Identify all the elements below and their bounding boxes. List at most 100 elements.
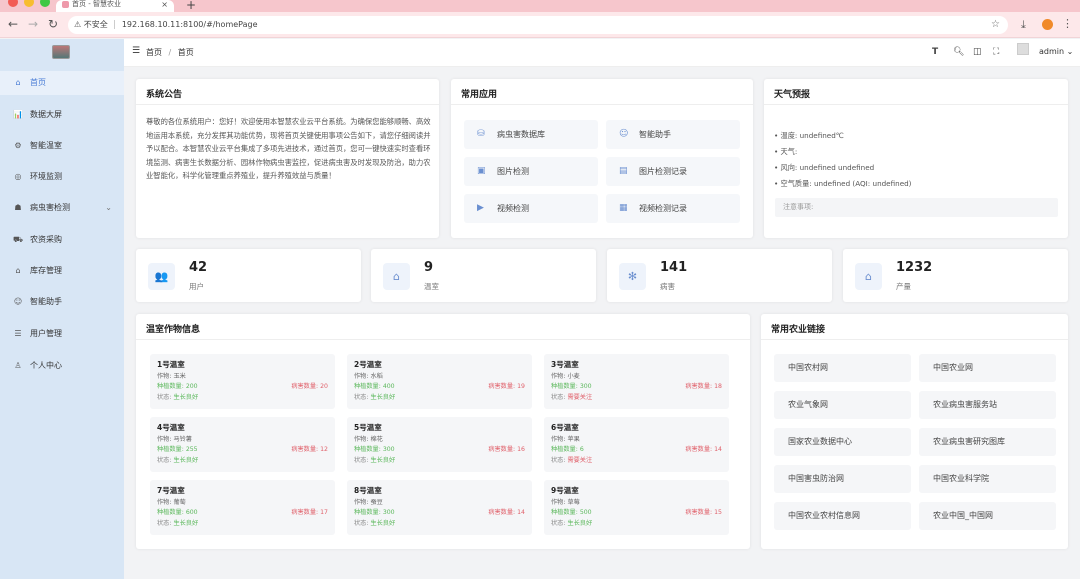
url-text: 192.168.10.11:8100/#/homePage	[121, 20, 258, 29]
sidebar-item[interactable]: ⌂ 库存管理	[0, 259, 124, 283]
greenhouse-status: 状态: 需要关注	[551, 394, 593, 401]
stat-card-greenhouses[interactable]: ⌂ 9 温室	[371, 249, 596, 302]
app-shortcut[interactable]: ▤ 图片检测记录	[606, 157, 740, 186]
back-icon[interactable]: ←	[8, 17, 18, 31]
agri-link[interactable]: 中国农村网	[774, 354, 911, 382]
stat-users-icon: 👥	[148, 263, 175, 290]
sidebar-item-label: 病虫害检测	[30, 203, 70, 212]
greenhouse-pest-count: 病害数量: 14	[488, 509, 525, 516]
collapse-menu-icon[interactable]: ☰	[132, 46, 140, 56]
greenhouse-crop: 作物: 玉米	[157, 373, 186, 380]
agri-link[interactable]: 农业中国_中国网	[919, 502, 1056, 530]
greenhouse-item[interactable]: 5号温室 作物: 棉花 种植数量: 300 病害数量: 16 状态: 生长良好	[347, 417, 532, 472]
greenhouse-item[interactable]: 8号温室 作物: 蚕豆 种植数量: 300 病害数量: 14 状态: 生长良好	[347, 480, 532, 535]
sidebar-item-label: 库存管理	[30, 266, 62, 275]
font-size-icon[interactable]: T	[932, 47, 938, 57]
breadcrumb-item[interactable]: 首页	[146, 48, 162, 57]
stat-value: 1232	[896, 260, 933, 275]
stat-yield-icon: ⌂	[855, 263, 882, 290]
app-shortcut[interactable]: ⛁ 病虫害数据库	[464, 120, 598, 149]
greenhouse-name: 3号温室	[551, 360, 579, 369]
chart-icon: 📊	[13, 110, 23, 119]
stat-card-users[interactable]: 👥 42 用户	[136, 249, 361, 302]
greenhouse-card: 温室作物信息 1号温室 作物: 玉米 种植数量: 200 病害数量: 20 状态: 生长…	[136, 314, 750, 549]
notice-text: 尊敬的各位系统用户：您好！欢迎使用本智慧农业云平台系统。为确保您能够顺畅、高效地…	[146, 117, 431, 181]
greenhouse-crop: 作物: 棉花	[354, 436, 383, 443]
links-card: 常用农业链接 中国农村网 中国农业网 农业气象网 农业病虫害服务站 国家农业数据中心 农业…	[761, 314, 1068, 549]
sidebar-item-label: 首页	[30, 78, 46, 87]
warehouse-icon: ⌂	[15, 266, 21, 275]
new-tab-icon[interactable]: +	[186, 0, 196, 12]
greenhouse-crop: 作物: 蚕豆	[354, 499, 383, 506]
greenhouse-item[interactable]: 2号温室 作物: 水稻 种植数量: 400 病害数量: 19 状态: 生长良好	[347, 354, 532, 409]
sidebar-item[interactable]: ◎ 环境监测	[0, 165, 124, 189]
close-tab-icon[interactable]: ×	[161, 0, 168, 9]
app-icon: ⛁	[477, 129, 485, 139]
sidebar-item[interactable]: ⚙ 智能温室	[0, 134, 124, 158]
minimize-window-icon[interactable]	[24, 0, 34, 7]
robot-icon: ☺	[13, 297, 23, 306]
sidebar-item[interactable]: ⛟ 农资采购	[0, 228, 124, 252]
app-shortcut[interactable]: ☺ 智能助手	[606, 120, 740, 149]
notice-card: 系统公告 尊敬的各位系统用户：您好！欢迎使用本智慧农业云平台系统。为确保您能够顺…	[136, 79, 439, 238]
greenhouse-item[interactable]: 7号温室 作物: 葡萄 种植数量: 600 病害数量: 17 状态: 生长良好	[150, 480, 335, 535]
agri-link[interactable]: 国家农业数据中心	[774, 428, 911, 456]
avatar[interactable]	[1017, 43, 1029, 55]
weather-wind: • 风向: undefined undefined	[774, 163, 875, 172]
greenhouse-plant-count: 种植数量: 300	[354, 446, 395, 453]
sidebar-item[interactable]: ☗ 病虫害检测 ⌄	[0, 196, 124, 220]
greenhouse-pest-count: 病害数量: 17	[291, 509, 328, 516]
greenhouse-pest-count: 病害数量: 12	[291, 446, 328, 453]
agri-link[interactable]: 农业气象网	[774, 391, 911, 419]
agri-link[interactable]: 中国农业网	[919, 354, 1056, 382]
weather-card: 天气预报 • 温度: undefined℃ • 天气: • 风向: undefi…	[764, 79, 1068, 238]
browser-menu-icon[interactable]: ⋮	[1062, 17, 1073, 30]
stat-label: 病害	[660, 282, 675, 291]
sidebar-item-label: 个人中心	[30, 361, 62, 370]
agri-link[interactable]: 农业病虫害研究图库	[919, 428, 1056, 456]
close-window-icon[interactable]	[8, 0, 18, 7]
greenhouse-status: 状态: 生长良好	[157, 394, 199, 401]
stat-card-yield[interactable]: ⌂ 1232 产量	[843, 249, 1068, 302]
profile-icon[interactable]	[1042, 19, 1053, 30]
sidebar-item[interactable]: ♙ 个人中心	[0, 354, 124, 378]
fullscreen-icon[interactable]: ⛶	[993, 47, 999, 57]
greenhouse-name: 2号温室	[354, 360, 382, 369]
sidebar-item[interactable]: 📊 数据大屏	[0, 103, 124, 127]
greenhouse-item[interactable]: 9号温室 作物: 草莓 种植数量: 500 病害数量: 15 状态: 生长良好	[544, 480, 729, 535]
greenhouse-name: 4号温室	[157, 423, 185, 432]
greenhouse-item[interactable]: 4号温室 作物: 马铃薯 种植数量: 255 病害数量: 12 状态: 生长良好	[150, 417, 335, 472]
app-shortcut[interactable]: ▦ 视频检测记录	[606, 194, 740, 223]
app-shortcut[interactable]: ▣ 图片检测	[464, 157, 598, 186]
address-bar[interactable]: ⚠ 不安全 192.168.10.11:8100/#/homePage ☆	[68, 16, 1008, 34]
agri-link[interactable]: 中国害虫防治网	[774, 465, 911, 493]
tab-title: 首页 - 智慧农业	[72, 0, 121, 8]
app-shortcut[interactable]: ▶ 视频检测	[464, 194, 598, 223]
agri-link[interactable]: 农业病虫害服务站	[919, 391, 1056, 419]
greenhouse-status: 状态: 生长良好	[157, 457, 199, 464]
agri-link[interactable]: 中国农业科学院	[919, 465, 1056, 493]
agri-link[interactable]: 中国农业农村信息网	[774, 502, 911, 530]
forward-icon[interactable]: →	[28, 17, 38, 31]
app-icon: ▶	[477, 203, 484, 213]
user-dropdown[interactable]: admin ⌄	[1039, 47, 1073, 56]
greenhouse-plant-count: 种植数量: 500	[551, 509, 592, 516]
sidebar-item[interactable]: ☺ 智能助手	[0, 290, 124, 314]
maximize-window-icon[interactable]	[40, 0, 50, 7]
download-icon[interactable]: ⤓	[1021, 18, 1026, 32]
stat-card-diseases[interactable]: ✻ 141 病害	[607, 249, 832, 302]
greenhouse-item[interactable]: 6号温室 作物: 苹果 种植数量: 6 病害数量: 14 状态: 需要关注	[544, 417, 729, 472]
greenhouse-item[interactable]: 1号温室 作物: 玉米 种植数量: 200 病害数量: 20 状态: 生长良好	[150, 354, 335, 409]
theme-icon[interactable]: ◫	[973, 47, 982, 57]
greenhouse-item[interactable]: 3号温室 作物: 小麦 种植数量: 300 病害数量: 18 状态: 需要关注	[544, 354, 729, 409]
reload-icon[interactable]: ↻	[48, 17, 58, 31]
browser-tab[interactable]: 首页 - 智慧农业 ×	[56, 0, 174, 12]
warning-icon[interactable]: ⚠	[74, 20, 81, 29]
sidebar-item[interactable]: ⌂ 首页	[0, 71, 124, 95]
tab-favicon-icon	[62, 1, 69, 8]
sidebar-item[interactable]: ☰ 用户管理	[0, 322, 124, 346]
bookmark-star-icon[interactable]: ☆	[991, 16, 1000, 34]
app-icon: ☺	[619, 129, 629, 139]
app-logo	[52, 45, 70, 59]
search-icon[interactable]: 🔍︎	[953, 47, 964, 57]
